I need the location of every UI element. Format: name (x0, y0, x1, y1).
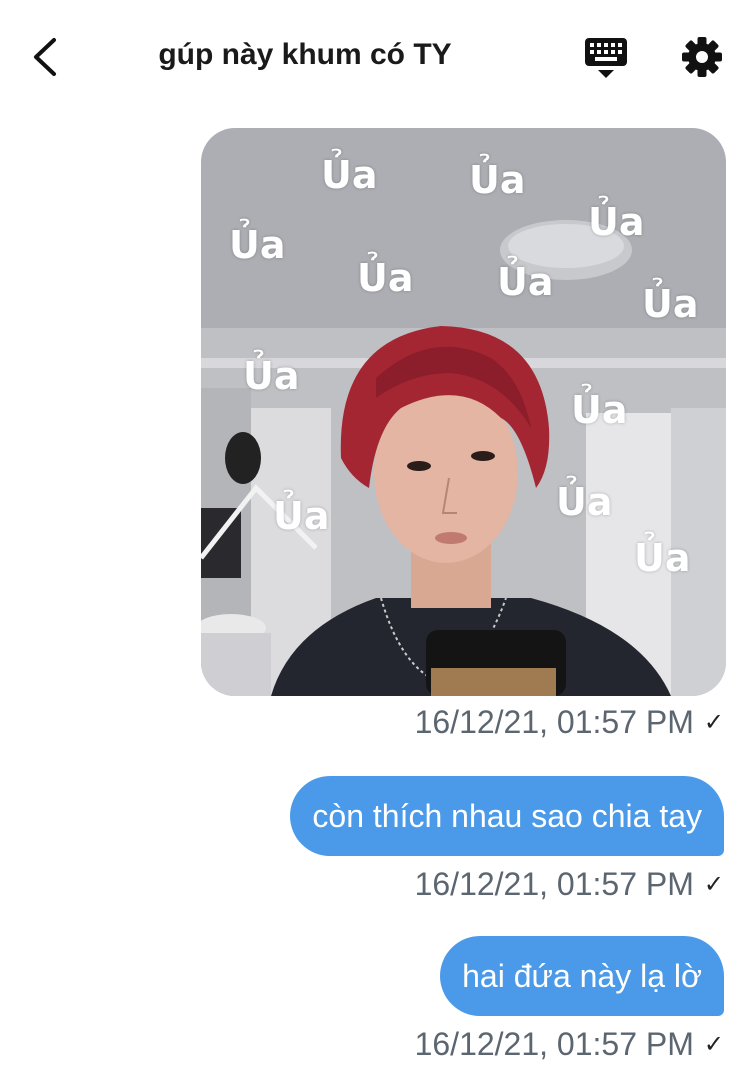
overlay-text: Ủa (243, 354, 300, 398)
overlay-text: Ủa (634, 536, 691, 580)
message-timestamp: 16/12/21, 01:57 PM ✓ (415, 1026, 724, 1063)
sent-check-icon: ✓ (703, 709, 724, 736)
overlay-text: Ủa (497, 260, 554, 304)
overlay-text: Ủa (321, 153, 378, 197)
settings-button[interactable] (680, 35, 724, 79)
sent-check-icon: ✓ (703, 1031, 724, 1058)
message-text: hai đứa này lạ lờ (462, 957, 702, 994)
overlay-text: Ủa (469, 158, 526, 202)
overlay-text: Ủa (642, 282, 699, 326)
gear-icon (682, 37, 722, 77)
timestamp-text: 16/12/21, 01:57 PM (414, 1026, 694, 1062)
conversation-title: gúp này khum có TY (158, 38, 452, 71)
message-bubble[interactable]: hai đứa này lạ lờ (440, 936, 724, 1016)
message-text: còn thích nhau sao chia tay (312, 797, 702, 834)
message-timestamp: 16/12/21, 01:57 PM ✓ (415, 866, 724, 903)
overlay-text: Ủa (556, 480, 613, 524)
conversation-header: gúp này khum có TY (0, 0, 750, 112)
timestamp-text: 16/12/21, 01:57 PM (414, 866, 694, 902)
timestamp-text: 16/12/21, 01:57 PM (414, 704, 694, 740)
sent-check-icon: ✓ (703, 871, 724, 898)
image-message[interactable]: Ủa Ủa Ủa Ủa Ủa Ủa Ủa Ủa Ủa Ủa Ủa Ủa (201, 128, 726, 696)
keyboard-button[interactable] (583, 35, 629, 81)
overlay-text: Ủa (571, 388, 628, 432)
message-bubble[interactable]: còn thích nhau sao chia tay (290, 776, 724, 856)
keyboard-icon (585, 38, 627, 78)
message-timestamp: 16/12/21, 01:57 PM ✓ (415, 704, 724, 741)
overlay-text: Ủa (588, 200, 645, 244)
overlay-text: Ủa (357, 256, 414, 300)
overlay-text: Ủa (229, 223, 286, 267)
overlay-text: Ủa (273, 494, 330, 538)
meme-photo (201, 128, 726, 696)
